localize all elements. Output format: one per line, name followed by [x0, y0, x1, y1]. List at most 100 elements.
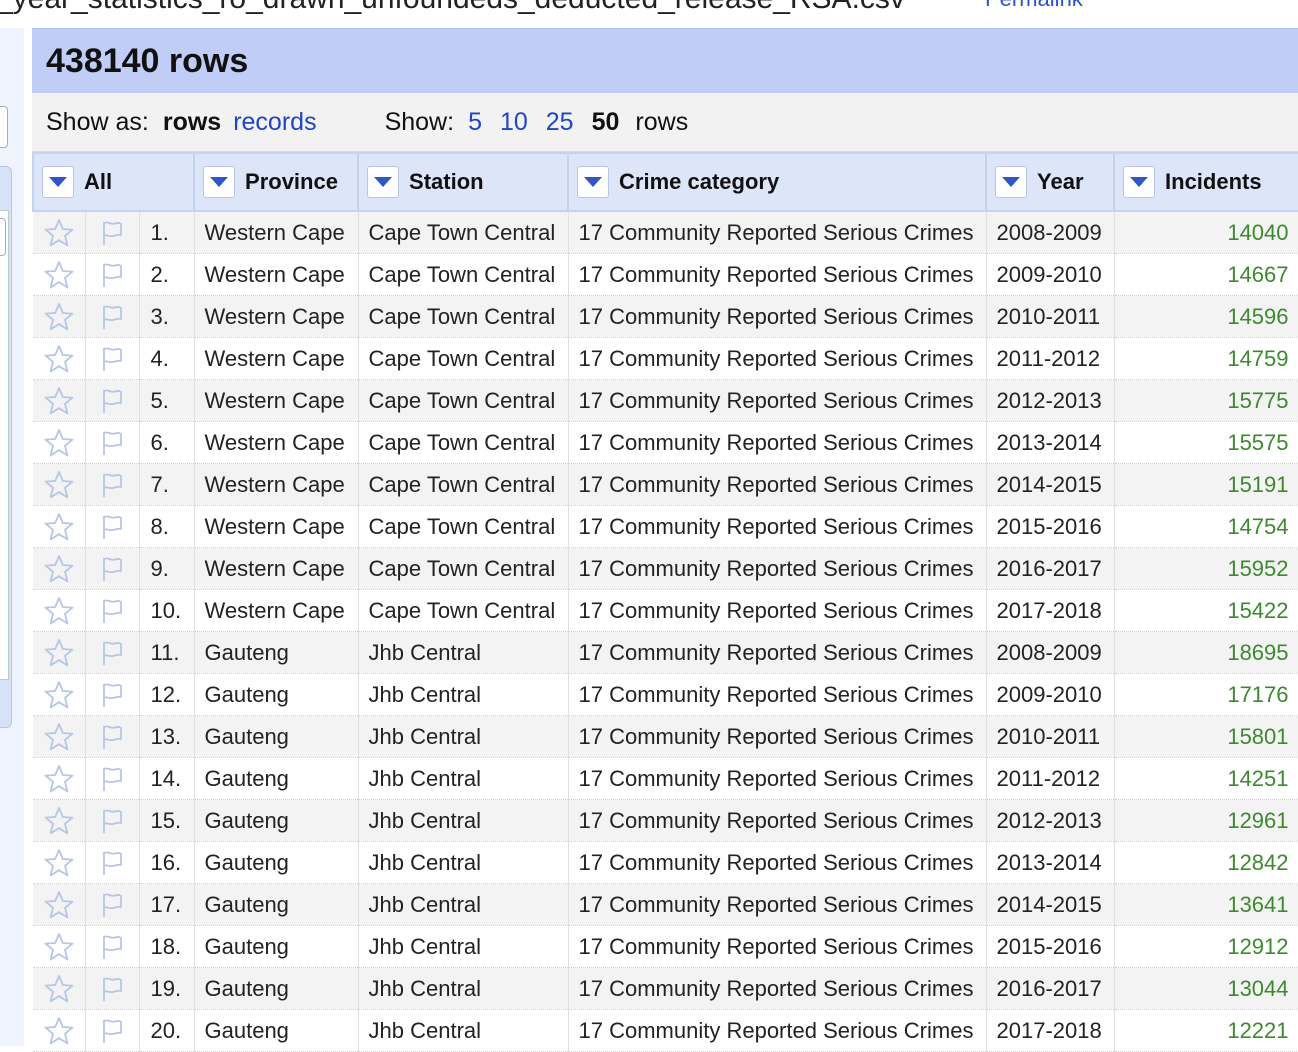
- cell-incidents[interactable]: 18695: [1114, 631, 1298, 674]
- flag-icon[interactable]: [85, 883, 140, 926]
- cell-year[interactable]: 2016-2017: [986, 967, 1115, 1010]
- chevron-down-icon[interactable]: [367, 166, 400, 198]
- cell-incidents[interactable]: 12912: [1114, 925, 1298, 968]
- cell-crime-category[interactable]: 17 Community Reported Serious Crimes: [568, 589, 987, 632]
- cell-incidents[interactable]: 14667: [1114, 253, 1298, 296]
- cell-year[interactable]: 2008-2009: [986, 211, 1115, 254]
- flag-icon[interactable]: [85, 421, 140, 464]
- chevron-down-icon[interactable]: [577, 166, 610, 198]
- cell-incidents[interactable]: 14596: [1114, 295, 1298, 338]
- cell-station[interactable]: Cape Town Central: [358, 337, 569, 380]
- cell-incidents[interactable]: 17176: [1114, 673, 1298, 716]
- cell-crime-category[interactable]: 17 Community Reported Serious Crimes: [568, 883, 987, 926]
- flag-icon[interactable]: [85, 295, 140, 338]
- star-icon[interactable]: [33, 421, 86, 464]
- cell-year[interactable]: 2014-2015: [986, 883, 1115, 926]
- cell-station[interactable]: Jhb Central: [358, 841, 569, 884]
- star-icon[interactable]: [33, 715, 86, 758]
- cell-province[interactable]: Gauteng: [194, 883, 359, 926]
- cell-province[interactable]: Western Cape: [194, 253, 359, 296]
- left-panel-button[interactable]: [0, 106, 8, 148]
- star-icon[interactable]: [33, 337, 86, 380]
- cell-incidents[interactable]: 14040: [1114, 211, 1298, 254]
- cell-crime-category[interactable]: 17 Community Reported Serious Crimes: [568, 211, 987, 254]
- chevron-down-icon[interactable]: [42, 166, 74, 198]
- page-size-25[interactable]: 25: [546, 108, 574, 137]
- cell-year[interactable]: 2015-2016: [986, 925, 1115, 968]
- star-icon[interactable]: [33, 379, 86, 422]
- page-size-5[interactable]: 5: [468, 108, 482, 137]
- cell-crime-category[interactable]: 17 Community Reported Serious Crimes: [568, 925, 987, 968]
- cell-station[interactable]: Cape Town Central: [358, 379, 569, 422]
- star-icon[interactable]: [33, 295, 86, 338]
- flag-icon[interactable]: [85, 379, 140, 422]
- flag-icon[interactable]: [85, 925, 140, 968]
- flag-icon[interactable]: [85, 589, 140, 632]
- cell-station[interactable]: Jhb Central: [358, 967, 569, 1010]
- cell-incidents[interactable]: 13044: [1114, 967, 1298, 1010]
- flag-icon[interactable]: [85, 715, 140, 758]
- cell-province[interactable]: Western Cape: [194, 379, 359, 422]
- cell-year[interactable]: 2017-2018: [986, 1009, 1115, 1052]
- flag-icon[interactable]: [85, 505, 140, 548]
- cell-province[interactable]: Western Cape: [194, 505, 359, 548]
- cell-crime-category[interactable]: 17 Community Reported Serious Crimes: [568, 799, 987, 842]
- cell-station[interactable]: Cape Town Central: [358, 421, 569, 464]
- cell-incidents[interactable]: 15191: [1114, 463, 1298, 506]
- star-icon[interactable]: [33, 631, 86, 674]
- cell-station[interactable]: Jhb Central: [358, 673, 569, 716]
- cell-year[interactable]: 2014-2015: [986, 463, 1115, 506]
- cell-crime-category[interactable]: 17 Community Reported Serious Crimes: [568, 379, 987, 422]
- cell-crime-category[interactable]: 17 Community Reported Serious Crimes: [568, 253, 987, 296]
- cell-station[interactable]: Cape Town Central: [358, 295, 569, 338]
- project-filename[interactable]: _year_statistics_ro_drawn_unfoundeds_ded…: [0, 0, 905, 16]
- cell-year[interactable]: 2009-2010: [986, 673, 1115, 716]
- cell-province[interactable]: Gauteng: [194, 715, 359, 758]
- cell-year[interactable]: 2017-2018: [986, 589, 1115, 632]
- cell-incidents[interactable]: 14754: [1114, 505, 1298, 548]
- cell-crime-category[interactable]: 17 Community Reported Serious Crimes: [568, 421, 987, 464]
- cell-station[interactable]: Cape Town Central: [358, 547, 569, 590]
- cell-year[interactable]: 2012-2013: [986, 379, 1115, 422]
- cell-province[interactable]: Gauteng: [194, 631, 359, 674]
- cell-province[interactable]: Western Cape: [194, 463, 359, 506]
- cell-province[interactable]: Gauteng: [194, 967, 359, 1010]
- cell-year[interactable]: 2013-2014: [986, 841, 1115, 884]
- cell-station[interactable]: Jhb Central: [358, 883, 569, 926]
- star-icon[interactable]: [33, 967, 86, 1010]
- star-icon[interactable]: [33, 799, 86, 842]
- cell-crime-category[interactable]: 17 Community Reported Serious Crimes: [568, 505, 987, 548]
- flag-icon[interactable]: [85, 1009, 140, 1052]
- star-icon[interactable]: [33, 925, 86, 968]
- cell-crime-category[interactable]: 17 Community Reported Serious Crimes: [568, 547, 987, 590]
- cell-incidents[interactable]: 12842: [1114, 841, 1298, 884]
- cell-year[interactable]: 2008-2009: [986, 631, 1115, 674]
- cell-province[interactable]: Western Cape: [194, 337, 359, 380]
- cell-province[interactable]: Gauteng: [194, 757, 359, 800]
- cell-station[interactable]: Cape Town Central: [358, 505, 569, 548]
- flag-icon[interactable]: [85, 253, 140, 296]
- flag-icon[interactable]: [85, 799, 140, 842]
- cell-station[interactable]: Jhb Central: [358, 799, 569, 842]
- star-icon[interactable]: [33, 463, 86, 506]
- cell-incidents[interactable]: 14251: [1114, 757, 1298, 800]
- star-icon[interactable]: [33, 505, 86, 548]
- cell-crime-category[interactable]: 17 Community Reported Serious Crimes: [568, 841, 987, 884]
- cell-crime-category[interactable]: 17 Community Reported Serious Crimes: [568, 295, 987, 338]
- cell-year[interactable]: 2011-2012: [986, 757, 1115, 800]
- star-icon[interactable]: [33, 673, 86, 716]
- cell-province[interactable]: Gauteng: [194, 925, 359, 968]
- flag-icon[interactable]: [85, 463, 140, 506]
- cell-station[interactable]: Cape Town Central: [358, 211, 569, 254]
- cell-station[interactable]: Cape Town Central: [358, 253, 569, 296]
- star-icon[interactable]: [33, 253, 86, 296]
- chevron-down-icon[interactable]: [203, 166, 236, 198]
- cell-station[interactable]: Cape Town Central: [358, 589, 569, 632]
- cell-station[interactable]: Jhb Central: [358, 757, 569, 800]
- cell-year[interactable]: 2010-2011: [986, 715, 1115, 758]
- flag-icon[interactable]: [85, 547, 140, 590]
- cell-station[interactable]: Jhb Central: [358, 631, 569, 674]
- cell-incidents[interactable]: 15952: [1114, 547, 1298, 590]
- cell-incidents[interactable]: 15422: [1114, 589, 1298, 632]
- flag-icon[interactable]: [85, 211, 140, 254]
